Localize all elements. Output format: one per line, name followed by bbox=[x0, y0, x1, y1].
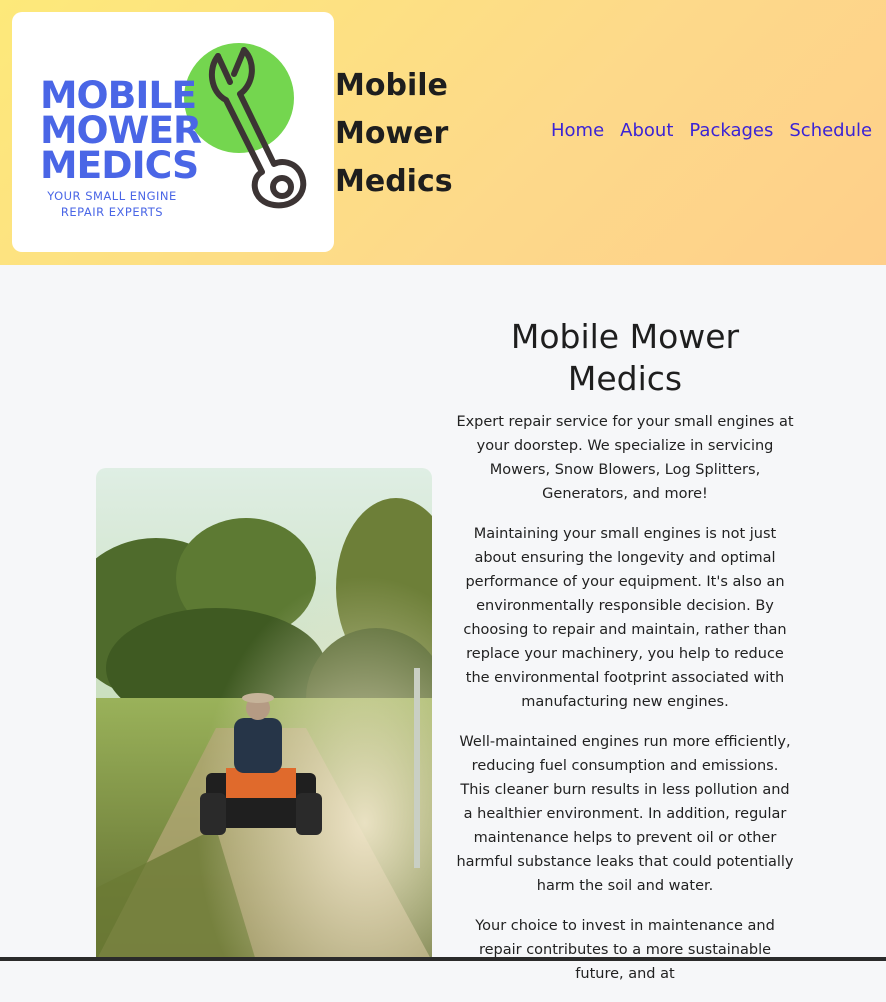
sustainability-paragraph: Your choice to invest in maintenance and… bbox=[475, 918, 775, 982]
maintenance-paragraph: Maintaining your small engines is not ju… bbox=[463, 526, 787, 710]
site-title: Mobile Mower Medics bbox=[335, 62, 453, 206]
logo-tagline-2: REPAIR EXPERTS bbox=[60, 205, 164, 219]
nav-link-home[interactable]: Home bbox=[551, 120, 604, 141]
nav-link-packages[interactable]: Packages bbox=[689, 120, 773, 141]
site-title-line-3: Medics bbox=[335, 164, 453, 199]
main-content: Mobile Mower Medics Expert repair servic… bbox=[455, 316, 795, 1002]
site-header: MOBILE MOWER MEDICS YOUR SMALL ENGINE RE… bbox=[0, 0, 886, 265]
logo-tagline-1: YOUR SMALL ENGINE bbox=[47, 189, 177, 203]
intro-paragraph: Expert repair service for your small eng… bbox=[456, 414, 794, 502]
hero-photo-mower bbox=[96, 468, 432, 961]
logo-line-3: MEDICS bbox=[40, 144, 199, 187]
site-title-line-2: Mower bbox=[335, 116, 449, 151]
nav-link-about[interactable]: About bbox=[620, 120, 673, 141]
efficiency-paragraph: Well-maintained engines run more efficie… bbox=[456, 734, 794, 894]
bottom-edge-bar bbox=[0, 957, 886, 961]
page-heading: Mobile Mower Medics bbox=[510, 317, 740, 398]
main-nav: Home About Packages Schedule bbox=[551, 120, 872, 141]
logo[interactable]: MOBILE MOWER MEDICS YOUR SMALL ENGINE RE… bbox=[12, 12, 334, 252]
site-title-line-1: Mobile bbox=[335, 68, 448, 103]
nav-link-schedule[interactable]: Schedule bbox=[789, 120, 872, 141]
